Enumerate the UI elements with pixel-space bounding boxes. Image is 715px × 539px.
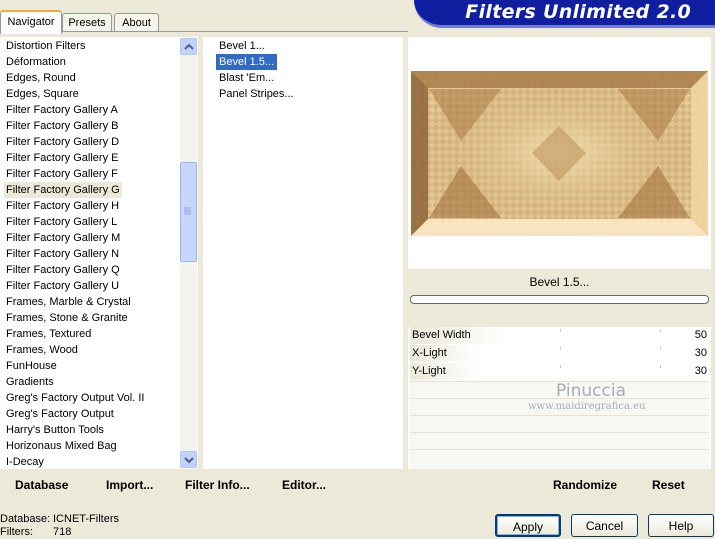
filter-info-area: Bevel 1.5... [408, 271, 711, 327]
category-item[interactable]: Filter Factory Gallery D [6, 134, 119, 150]
param-tick [660, 347, 661, 350]
category-item[interactable]: Déformation [6, 54, 66, 70]
database-label: Database: [0, 513, 51, 525]
tab-about[interactable]: About [114, 13, 159, 32]
cancel-button[interactable]: Cancel [571, 514, 638, 537]
category-item[interactable]: Greg's Factory Output Vol. II [6, 390, 144, 406]
param-label: Bevel Width [412, 329, 471, 341]
watermark-name: Pinuccia [556, 381, 626, 401]
filter-name: Bevel 1.5... [529, 275, 590, 289]
randomize-button[interactable]: Randomize [553, 478, 617, 492]
database-value: ICNET-Filters [53, 513, 119, 525]
category-item[interactable]: Edges, Square [6, 86, 79, 102]
category-item[interactable]: Filter Factory Gallery U [6, 278, 119, 294]
empty-param-row [410, 432, 709, 449]
category-item[interactable]: I-Decay [6, 454, 44, 470]
category-item[interactable]: Filter Factory Gallery Q [6, 262, 120, 278]
category-item[interactable]: Filter Factory Gallery N [6, 246, 119, 262]
category-item[interactable]: Distortion Filters [6, 38, 85, 54]
category-item[interactable]: Filter Factory Gallery A [6, 102, 118, 118]
help-button[interactable]: Help [648, 514, 714, 537]
filter-list[interactable]: Bevel 1... Bevel 1.5... Blast 'Em... Panel … [203, 37, 403, 469]
filters-label: Filters: [0, 526, 33, 538]
chevron-down-icon [184, 457, 194, 464]
database-info: Database: ICNET-Filters [0, 513, 119, 525]
database-button[interactable]: Database [15, 478, 68, 492]
app-banner: Filters Unlimited 2.0 [414, 0, 715, 28]
tab-navigator[interactable]: Navigator [0, 10, 62, 34]
category-item[interactable]: Filter Factory Gallery L [6, 214, 117, 230]
filters-value: 718 [53, 526, 72, 538]
category-item[interactable]: Frames, Wood [6, 342, 78, 358]
category-item[interactable]: Filter Factory Gallery F [6, 166, 118, 182]
param-tick [660, 329, 661, 332]
category-item[interactable]: Filter Factory Gallery E [6, 150, 118, 166]
category-item[interactable]: Frames, Stone & Granite [6, 310, 128, 326]
category-item[interactable]: Filter Factory Gallery B [6, 118, 118, 134]
category-item[interactable]: Harry's Button Tools [6, 422, 104, 438]
category-item[interactable]: Frames, Marble & Crystal [6, 294, 131, 310]
param-label: X-Light [412, 347, 447, 359]
category-item[interactable]: Horizonaus Mixed Bag [6, 438, 117, 454]
category-item[interactable]: Frames, Textured [6, 326, 91, 342]
scroll-down-button[interactable] [180, 451, 197, 468]
filter-item[interactable]: Panel Stripes... [216, 86, 297, 102]
scroll-up-button[interactable] [180, 38, 197, 55]
filter-item[interactable]: Blast 'Em... [216, 70, 277, 86]
category-item[interactable]: Edges, Round [6, 70, 76, 86]
category-item[interactable]: Greg's Factory Output [6, 406, 114, 422]
category-item[interactable]: Filter Factory Gallery M [6, 230, 120, 246]
preview-panel [408, 37, 711, 269]
tab-presets[interactable]: Presets [62, 13, 112, 32]
editor-button[interactable]: Editor... [282, 478, 326, 492]
watermark-url: www.maidiregrafica.eu [528, 401, 646, 412]
param-tick [560, 329, 561, 332]
filter-info-button[interactable]: Filter Info... [185, 478, 250, 492]
param-value: 30 [694, 365, 707, 377]
reset-button[interactable]: Reset [652, 478, 685, 492]
param-tick [560, 347, 561, 350]
param-label: Y-Light [412, 365, 446, 377]
category-item[interactable]: Gradients [6, 374, 54, 390]
grip-icon [184, 207, 191, 215]
category-list[interactable]: Distortion Filters Déformation Edges, Roun… [0, 37, 198, 469]
category-item[interactable]: Filter Factory Gallery H [6, 198, 119, 214]
filters-count-info: Filters: 718 [0, 526, 71, 538]
progress-bar [410, 295, 709, 304]
banner-title: Filters Unlimited 2.0 [465, 1, 691, 23]
param-tick [660, 365, 661, 368]
empty-param-row [410, 415, 709, 432]
category-item[interactable]: FunHouse [6, 358, 57, 374]
filter-item[interactable]: Bevel 1.5... [216, 54, 278, 70]
param-slider-y-light[interactable]: Y-Light 30 [410, 363, 709, 380]
category-scrollbar[interactable] [180, 38, 197, 468]
import-button[interactable]: Import... [106, 478, 153, 492]
param-tick [560, 365, 561, 368]
filter-item[interactable]: Bevel 1... [216, 38, 268, 54]
empty-param-row [410, 449, 709, 468]
param-value: 30 [694, 347, 707, 359]
param-slider-x-light[interactable]: X-Light 30 [410, 345, 709, 362]
param-slider-bevel-width[interactable]: Bevel Width 50 [410, 327, 709, 344]
scroll-thumb[interactable] [180, 162, 197, 262]
preview-image [411, 71, 708, 236]
param-value: 50 [694, 329, 707, 341]
category-item[interactable]: Filter Factory Gallery G [4, 182, 122, 198]
apply-button[interactable]: Apply [495, 514, 561, 537]
chevron-up-icon [184, 43, 194, 50]
